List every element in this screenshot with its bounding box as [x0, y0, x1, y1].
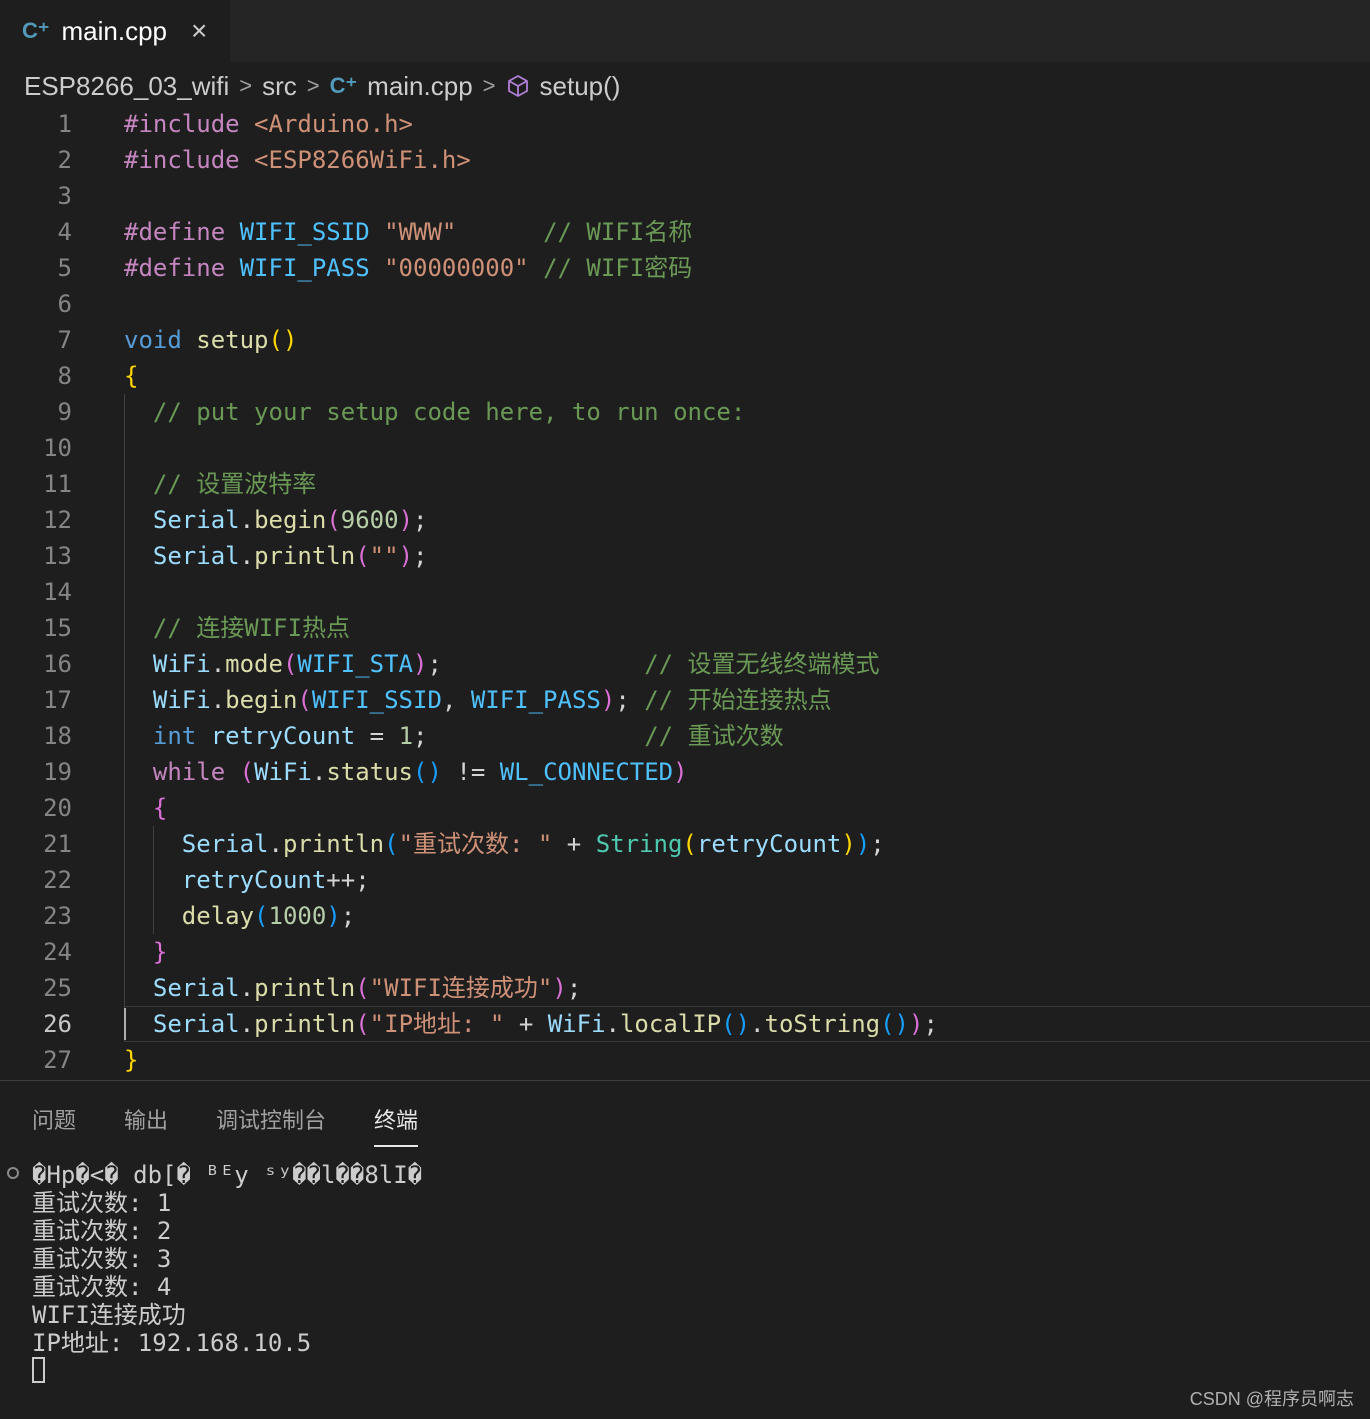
line-number: 7 [57, 326, 72, 354]
breadcrumb: ESP8266_03_wifi > src > C⁺ main.cpp > se… [24, 66, 620, 106]
code-line: 19 while (WiFi.status() != WL_CONNECTED) [0, 754, 1370, 790]
line-number: 8 [57, 362, 72, 390]
chevron-right-icon: > [239, 73, 253, 98]
tab-output[interactable]: 输出 [124, 1103, 168, 1147]
code-line: 3 [0, 178, 1370, 214]
line-number: 19 [43, 758, 72, 786]
code-line: 1 #include <Arduino.h> [0, 106, 1370, 142]
close-icon[interactable]: × [191, 15, 207, 47]
terminal-line: 重试次数: 1 [32, 1189, 172, 1217]
line-number: 18 [43, 722, 72, 750]
code-line: 2 #include <ESP8266WiFi.h> [0, 142, 1370, 178]
terminal-cursor [32, 1357, 45, 1383]
tab-title: main.cpp [61, 15, 168, 46]
code-line: 20 { [0, 790, 1370, 826]
line-number: 24 [43, 938, 72, 966]
code-editor[interactable]: 1 #include <Arduino.h> 2 #include <ESP82… [0, 106, 1370, 1078]
chevron-right-icon: > [306, 73, 320, 98]
code-line: 25 Serial.println("WIFI连接成功"); [0, 970, 1370, 1006]
terminal-status-circle-icon [7, 1167, 19, 1179]
code-line: 14 [0, 574, 1370, 610]
code-line: 13 Serial.println(""); [0, 538, 1370, 574]
code-line: 4 #define WIFI_SSID "WWW" // WIFI名称 [0, 214, 1370, 250]
code-line: 18 int retryCount = 1; // 重试次数 [0, 718, 1370, 754]
breadcrumb-item-symbol[interactable]: setup() [540, 71, 621, 102]
line-number: 22 [43, 866, 72, 894]
tab-problems[interactable]: 问题 [32, 1103, 76, 1147]
line-number: 14 [43, 578, 72, 606]
code-line: 12 Serial.begin(9600); [0, 502, 1370, 538]
line-number: 4 [57, 218, 72, 246]
code-line: 27 } [0, 1042, 1370, 1078]
cpp-file-icon: C⁺ [329, 73, 358, 98]
line-number: 25 [43, 974, 72, 1002]
breadcrumb-item-folder[interactable]: src [262, 71, 297, 102]
line-number: 3 [57, 182, 72, 210]
terminal-line: IP地址: 192.168.10.5 [32, 1329, 312, 1357]
line-number: 6 [57, 290, 72, 318]
line-number: 11 [43, 470, 72, 498]
line-number: 20 [43, 794, 72, 822]
code-line: 15 // 连接WIFI热点 [0, 610, 1370, 646]
editor-tab-bar: C⁺ main.cpp × [0, 0, 1370, 62]
line-number: 5 [57, 254, 72, 282]
code-line: 10 [0, 430, 1370, 466]
breadcrumb-item-project[interactable]: ESP8266_03_wifi [24, 71, 229, 102]
line-number: 21 [43, 830, 72, 858]
chevron-right-icon: > [482, 73, 496, 98]
code-line: 5 #define WIFI_PASS "00000000" // WIFI密码 [0, 250, 1370, 286]
terminal-line: 重试次数: 2 [32, 1217, 172, 1245]
method-cube-icon [507, 75, 528, 97]
code-line: 23 delay(1000); [0, 898, 1370, 934]
terminal-line: 重试次数: 3 [32, 1245, 172, 1273]
tab-terminal[interactable]: 终端 [374, 1103, 419, 1147]
code-line: 7 void setup() [0, 322, 1370, 358]
line-number: 27 [43, 1046, 72, 1074]
tab-debug-console[interactable]: 调试控制台 [216, 1103, 326, 1147]
code-line: 17 WiFi.begin(WIFI_SSID, WIFI_PASS); // … [0, 682, 1370, 718]
line-number: 13 [43, 542, 72, 570]
code-line: 24 } [0, 934, 1370, 970]
line-number: 16 [43, 650, 72, 678]
code-line: 6 [0, 286, 1370, 322]
line-number: 26 [43, 1010, 72, 1038]
code-line: 8 { [0, 358, 1370, 394]
cpp-file-icon: C⁺ [22, 18, 50, 43]
code-line: 11 // 设置波特率 [0, 466, 1370, 502]
terminal-line: WIFI连接成功 [32, 1301, 186, 1329]
code-line: 9 // put your setup code here, to run on… [0, 394, 1370, 430]
line-number: 10 [43, 434, 72, 462]
line-number: 12 [43, 506, 72, 534]
terminal-output[interactable]: �Hp�<� db[� ᴮᴱy ˢʸ��l��8lI� 重试次数: 1 重试次数: … [32, 1161, 422, 1357]
code-line: 22 retryCount++; [0, 862, 1370, 898]
terminal-line: �Hp�<� db[� ᴮᴱy ˢʸ��l��8lI� [32, 1161, 423, 1189]
watermark: CSDN @程序员啊志 [1189, 1389, 1354, 1409]
line-number: 17 [43, 686, 72, 714]
line-number: 23 [43, 902, 72, 930]
line-number: 15 [43, 614, 72, 642]
line-number: 9 [57, 398, 72, 426]
code-line: 16 WiFi.mode(WIFI_STA); // 设置无线终端模式 [0, 646, 1370, 682]
panel-tabs: 问题 输出 调试控制台 终端 [32, 1103, 466, 1147]
bottom-panel: 问题 输出 调试控制台 终端 �Hp�<� db[� ᴮᴱy ˢʸ��l��8l… [0, 1080, 1370, 1419]
code-line-active: 26 Serial.println("IP地址: " + WiFi.localI… [0, 1006, 1370, 1042]
code-line: 21 Serial.println("重试次数: " + String(retr… [0, 826, 1370, 862]
line-number: 1 [57, 110, 72, 138]
line-number: 2 [57, 146, 72, 174]
terminal-line: 重试次数: 4 [32, 1273, 172, 1301]
tab-main-cpp[interactable]: C⁺ main.cpp × [0, 0, 230, 62]
breadcrumb-item-file[interactable]: main.cpp [367, 71, 473, 102]
